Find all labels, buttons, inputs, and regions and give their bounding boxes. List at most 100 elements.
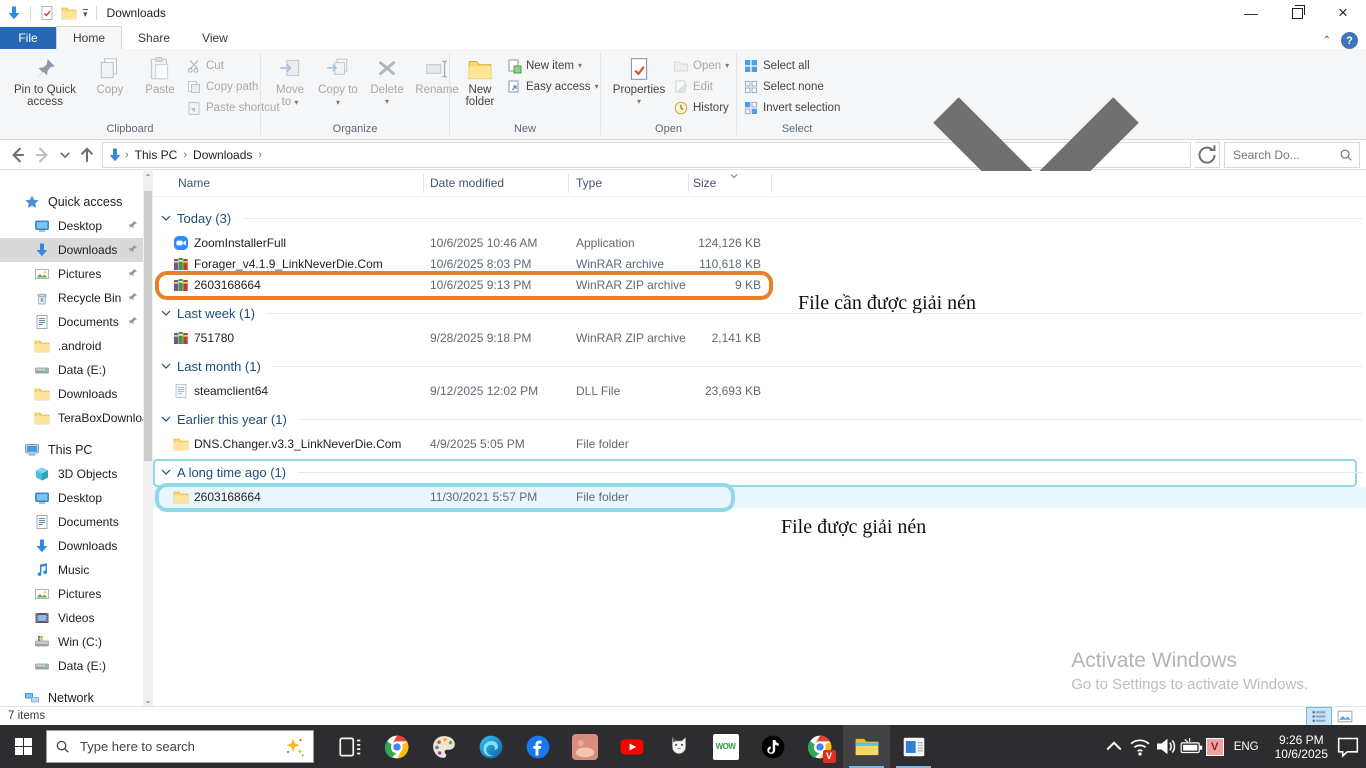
restore-button[interactable] [1274, 0, 1320, 26]
new-folder-button[interactable]: New folder [456, 53, 504, 108]
taskbar-task-view-icon[interactable] [326, 725, 373, 768]
sidebar-item-win-c-[interactable]: Win (C:) [0, 630, 153, 654]
taskbar-facebook-icon[interactable] [514, 725, 561, 768]
sidebar-section-quick-access[interactable]: Quick access [0, 189, 153, 214]
file-row-751780[interactable]: 751780 9/28/2025 9:18 PM WinRAR ZIP archiv… [153, 328, 1366, 349]
sidebar-item-teraboxdownloa[interactable]: TeraBoxDownloa [0, 406, 153, 430]
scrollbar-thumb[interactable] [144, 191, 152, 461]
copilot-sparkle-icon[interactable] [283, 736, 305, 758]
taskbar-edge-icon[interactable] [467, 725, 514, 768]
chevron-down-icon[interactable] [161, 416, 171, 422]
file-row-zoominstallerfull[interactable]: ZoomInstallerFull 10/6/2025 10:46 AM Appli… [153, 233, 1366, 254]
size-filter-icon[interactable] [729, 171, 739, 181]
wifi-icon[interactable] [1128, 725, 1152, 768]
thumbnail-view-button[interactable] [1332, 707, 1358, 726]
help-icon[interactable]: ? [1341, 32, 1358, 49]
chevron-down-icon[interactable] [161, 310, 171, 316]
file-row-2603168664[interactable]: 2603168664 11/30/2021 5:57 PM File folder [153, 487, 1366, 508]
group-header-a-long-time-ago-1-[interactable]: A long time ago (1) [161, 461, 1362, 483]
sidebar-scrollbar[interactable]: ⌃ ⌄ [143, 171, 153, 706]
tab-file[interactable]: File [0, 27, 56, 49]
sidebar-item-videos[interactable]: Videos [0, 606, 153, 630]
column-type[interactable]: Type [576, 176, 602, 190]
language-indicator[interactable]: ENG [1226, 741, 1267, 753]
chevron-down-icon[interactable] [161, 469, 171, 475]
sidebar-item-3d-objects[interactable]: 3D Objects [0, 462, 153, 486]
battery-icon[interactable] [1180, 725, 1204, 768]
column-size[interactable]: Size [693, 176, 716, 190]
sidebar-item-documents[interactable]: Documents [0, 310, 153, 334]
sidebar-item-desktop[interactable]: Desktop [0, 214, 153, 238]
search-box[interactable] [1224, 141, 1360, 168]
refresh-icon[interactable] [1195, 141, 1220, 168]
sidebar-item-documents[interactable]: Documents [0, 510, 153, 534]
taskbar-youtube-icon[interactable] [608, 725, 655, 768]
recent-locations-icon[interactable] [58, 144, 72, 166]
search-input[interactable] [1231, 146, 1335, 163]
taskbar-movies-app-icon[interactable] [890, 725, 937, 768]
select-none-button[interactable]: Select none [743, 76, 840, 97]
properties-check-icon[interactable] [39, 5, 55, 21]
collapse-ribbon-icon[interactable]: ⌃ [1323, 35, 1331, 46]
sidebar-section-this-pc[interactable]: This PC [0, 437, 153, 462]
tab-view[interactable]: View [186, 27, 244, 49]
speaker-icon[interactable] [1154, 725, 1178, 768]
clock[interactable]: 9:26 PM 10/6/2025 [1269, 733, 1334, 761]
column-date-modified[interactable]: Date modified [430, 176, 504, 190]
group-header-earlier-this-year-1-[interactable]: Earlier this year (1) [161, 408, 1362, 430]
sidebar-item-pictures[interactable]: Pictures [0, 262, 153, 286]
tab-share[interactable]: Share [122, 27, 186, 49]
taskbar-cat-app-icon[interactable] [655, 725, 702, 768]
taskbar-search-input[interactable] [78, 738, 275, 755]
chevron-down-icon[interactable] [161, 363, 171, 369]
taskbar-search-box[interactable] [46, 730, 314, 763]
easy-access-button[interactable]: Easy access ▾ [506, 76, 599, 97]
tray-chevron-up-icon[interactable] [1102, 725, 1126, 768]
taskbar-wow-app-icon[interactable]: WOW [702, 725, 749, 768]
invert-selection-button[interactable]: Invert selection [743, 97, 840, 118]
column-name[interactable]: Name [178, 176, 210, 190]
scroll-down-icon[interactable]: ⌄ [143, 694, 153, 706]
group-header-last-month-1-[interactable]: Last month (1) [161, 355, 1362, 377]
sidebar-item-data-e-[interactable]: Data (E:) [0, 654, 153, 678]
sidebar-item-data-e-[interactable]: Data (E:) [0, 358, 153, 382]
sidebar-section-network[interactable]: Network [0, 685, 153, 706]
taskbar-tiktok-icon[interactable] [749, 725, 796, 768]
taskbar-file-explorer-icon[interactable] [843, 725, 890, 768]
select-all-button[interactable]: Select all [743, 55, 840, 76]
minimize-button[interactable]: — [1228, 0, 1274, 26]
properties-button[interactable]: Properties ▾ [607, 53, 671, 106]
file-row-2603168664[interactable]: 2603168664 10/6/2025 9:13 PM WinRAR ZIP ar… [153, 275, 1366, 296]
sidebar-item-downloads[interactable]: Downloads [0, 238, 153, 262]
sidebar-item-desktop[interactable]: Desktop [0, 486, 153, 510]
new-item-button[interactable]: New item ▾ [506, 55, 599, 76]
file-row-steamclient64[interactable]: steamclient64 9/12/2025 12:02 PM DLL File 2… [153, 381, 1366, 402]
breadcrumb-this-pc[interactable]: This PC [131, 148, 182, 162]
taskbar-chrome-icon[interactable] [373, 725, 420, 768]
history-button[interactable]: History [673, 97, 729, 118]
action-center-icon[interactable] [1336, 725, 1360, 768]
scroll-up-icon[interactable]: ⌃ [143, 171, 153, 183]
pin-to-quick-access-button[interactable]: Pin to Quick access [6, 53, 84, 108]
taskbar-paint-icon[interactable] [420, 725, 467, 768]
new-folder-icon[interactable] [61, 5, 77, 21]
sidebar-item-recycle-bin[interactable]: Recycle Bin [0, 286, 153, 310]
sidebar-item-downloads[interactable]: Downloads [0, 534, 153, 558]
file-row-forager-v4-1-9-linkneverdie-com[interactable]: Forager_v4.1.9_LinkNeverDie.Com 10/6/2025… [153, 254, 1366, 275]
file-row-dns-changer-v3-3-linkneverdie-com[interactable]: DNS.Changer.v3.3_LinkNeverDie.Com 4/9/202… [153, 434, 1366, 455]
up-icon[interactable] [76, 144, 98, 166]
tab-home[interactable]: Home [56, 26, 123, 49]
sidebar-item-downloads[interactable]: Downloads [0, 382, 153, 406]
sidebar-item--android[interactable]: .android [0, 334, 153, 358]
details-view-button[interactable] [1306, 706, 1332, 726]
taskbar-chrome-v-profile-icon[interactable]: V [796, 725, 843, 768]
breadcrumb-downloads[interactable]: Downloads [189, 148, 256, 162]
group-header-today-3-[interactable]: Today (3) [161, 207, 1362, 229]
address-bar[interactable]: › This PC › Downloads › [102, 96, 1191, 225]
customize-qat-dropdown-icon[interactable]: ▾ [83, 8, 88, 18]
search-icon[interactable] [1339, 148, 1353, 162]
unikey-v-icon[interactable]: V [1205, 737, 1224, 756]
back-icon[interactable] [6, 144, 28, 166]
group-header-last-week-1-[interactable]: Last week (1) [161, 302, 1362, 324]
close-button[interactable]: × [1320, 0, 1366, 26]
